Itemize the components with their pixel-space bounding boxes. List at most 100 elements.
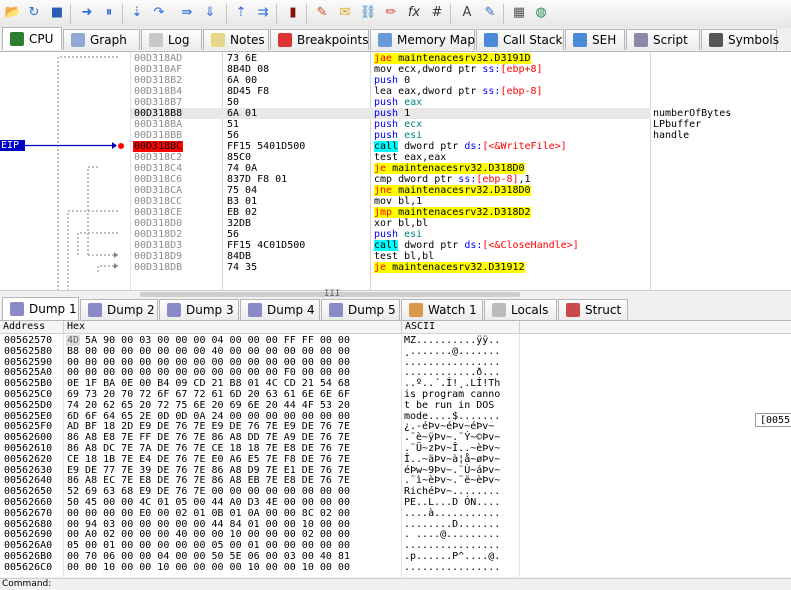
- tab-graph[interactable]: Graph: [63, 29, 140, 50]
- disasm-row[interactable]: 00D318C2 85C0 test eax,eax: [0, 152, 791, 163]
- tab-locals[interactable]: Locals: [484, 299, 557, 320]
- dump-row[interactable]: 005625C0 69 73 20 70 72 6F 67 72 61 6D 20…: [0, 389, 791, 400]
- disasm-row[interactable]: 00D318D2 56 push esi: [0, 229, 791, 240]
- step-over-icon[interactable]: ↷: [150, 4, 168, 22]
- open-icon[interactable]: 📂: [4, 4, 22, 22]
- disasm-row[interactable]: 00D318D3 FF15 4C01D500 call dword ptr ds:[…: [0, 240, 791, 251]
- disasm-row[interactable]: 00D318CA 75 04 jne maintenacesrv32.D318D0: [0, 185, 791, 196]
- dump-row[interactable]: 005625F0 AD BF 18 2D E9 DE 76 7E E9 DE 76…: [0, 421, 791, 432]
- disassembly-pane[interactable]: EIP 00D318AD 73 6E jae maintenacesrv32.D31…: [0, 52, 791, 290]
- dump-row[interactable]: 00562690 00 A0 02 00 00 00 40 00 00 10 00…: [0, 529, 791, 540]
- highlight-icon[interactable]: ✏: [382, 4, 400, 22]
- disasm-row[interactable]: 00D318C4 74 0A je maintenacesrv32.D318D0: [0, 163, 791, 174]
- dump-row[interactable]: 00562610 86 A8 DC 7E 7A DE 76 7E CE 18 18…: [0, 443, 791, 454]
- tab-dump-3[interactable]: Dump 3: [159, 299, 239, 320]
- tab-seh[interactable]: SEH: [565, 29, 625, 50]
- dump-address: 005625E0: [4, 410, 53, 422]
- run-to-user-icon[interactable]: ⇉: [254, 4, 272, 22]
- disasm-row[interactable]: 00D318D0 32DB xor bl,bl: [0, 218, 791, 229]
- font-icon[interactable]: A: [458, 4, 476, 22]
- hash-icon[interactable]: #: [428, 4, 446, 22]
- dump-hex: B8 00 00 00 00 00 00 00 40 00 00 00 00 0…: [67, 345, 350, 357]
- instr-token: dword ptr: [398, 141, 465, 152]
- execute-till-return-icon[interactable]: ⇡: [232, 4, 250, 22]
- link-icon[interactable]: ⛓: [359, 4, 377, 22]
- tab-label: SEH: [592, 33, 617, 47]
- strings-icon[interactable]: ✎: [481, 4, 499, 22]
- tab-dump-5[interactable]: Dump 5: [321, 299, 400, 320]
- disasm-address: 00D318CA: [134, 185, 183, 196]
- hex-dump-pane[interactable]: Address Hex ASCII 00562570 4D 5A 90 00 03…: [0, 321, 791, 577]
- disasm-row[interactable]: 00D318B7 50 push eax: [0, 97, 791, 108]
- dump-row[interactable]: 00562620 CE 18 1B 7E E4 DE 76 7E E0 A6 E5…: [0, 454, 791, 465]
- breakpoint-icon[interactable]: ▮: [284, 4, 302, 22]
- disasm-row[interactable]: 00D318B4 8D45 F8 lea eax,dword ptr ss:[ebp…: [0, 86, 791, 97]
- dump-row[interactable]: 005625D0 74 20 62 65 20 72 75 6E 20 69 6E…: [0, 400, 791, 411]
- tab-symbols[interactable]: Symbols: [701, 29, 779, 50]
- dump-row[interactable]: 005625E0 6D 6F 64 65 2E 0D 0D 0A 24 00 00…: [0, 411, 791, 422]
- disasm-address: 00D318B2: [134, 75, 183, 86]
- disasm-row[interactable]: 00D318B8 6A 01 push 1 numberOfBytes: [0, 108, 791, 119]
- disasm-row[interactable]: 00D318C6 837D F8 01 cmp dword ptr ss:[ebp-…: [0, 174, 791, 185]
- instr-token: push: [374, 75, 405, 86]
- globe-icon[interactable]: ◍: [532, 4, 550, 22]
- restart-icon[interactable]: ↻: [25, 4, 43, 22]
- dump-row[interactable]: 00562660 50 45 00 00 4C 01 05 00 44 A0 D3…: [0, 497, 791, 508]
- disasm-row[interactable]: 00D318CE EB 02 jmp maintenacesrv32.D318D2: [0, 207, 791, 218]
- step-into-icon[interactable]: ⇣: [128, 4, 146, 22]
- run-icon[interactable]: ➜: [78, 4, 96, 22]
- disasm-row[interactable]: 00D318AD 73 6E jae maintenacesrv32.D3191D: [0, 53, 791, 64]
- tab-memory-map[interactable]: Memory Map: [370, 29, 475, 50]
- dump-row[interactable]: 00562570 4D 5A 90 00 03 00 00 00 04 00 00…: [0, 335, 791, 346]
- disasm-row[interactable]: 00D318BA 51 push ecx LPbuffer: [0, 119, 791, 130]
- tab-dump-2[interactable]: Dump 2: [80, 299, 158, 320]
- stop-icon[interactable]: ■: [48, 4, 66, 22]
- dump-row[interactable]: 005625B0 0E 1F BA 0E 00 B4 09 CD 21 B8 01…: [0, 378, 791, 389]
- disasm-row[interactable]: 00D318D9 84DB test bl,bl: [0, 251, 791, 262]
- dump-row[interactable]: 00562630 E9 DE 77 7E 39 DE 76 7E 86 A8 D9…: [0, 465, 791, 476]
- tab-watch-1[interactable]: Watch 1: [401, 299, 483, 320]
- patch-icon[interactable]: ✎: [313, 4, 331, 22]
- tab-breakpoints[interactable]: Breakpoints: [270, 29, 369, 50]
- dump-row[interactable]: 00562640 86 A8 EC 7E E8 DE 76 7E 86 A8 EB…: [0, 475, 791, 486]
- dump-row[interactable]: 00562600 86 A8 E8 7E FF DE 76 7E 86 A8 DD…: [0, 432, 791, 443]
- dump-row[interactable]: 005625A0 00 00 00 00 00 00 00 00 00 00 00…: [0, 367, 791, 378]
- dump-ascii: ............ð...: [404, 367, 501, 379]
- dump-address: 00562570: [4, 335, 53, 346]
- comment-icon[interactable]: ✉: [336, 4, 354, 22]
- dump-row[interactable]: 00562680 00 94 03 00 00 00 00 00 44 84 01…: [0, 519, 791, 530]
- disasm-row[interactable]: 00D318CC B3 01 mov bl,1: [0, 196, 791, 207]
- disasm-row[interactable]: 00D318AF 8B4D 08 mov ecx,dword ptr ss:[ebp…: [0, 64, 791, 75]
- tab-dump-4[interactable]: Dump 4: [240, 299, 320, 320]
- disasm-row[interactable]: 00D318DB 74 35 je maintenacesrv32.D31912: [0, 262, 791, 273]
- tab-notes[interactable]: Notes: [203, 29, 269, 50]
- trace-over-icon[interactable]: ⇓: [201, 4, 219, 22]
- tab-call-stack[interactable]: Call Stack: [476, 29, 564, 50]
- tab-struct[interactable]: Struct: [558, 299, 628, 320]
- pause-icon[interactable]: ⏸: [100, 4, 118, 22]
- dump-row[interactable]: 00562670 00 00 00 00 E0 00 02 01 0B 01 0A…: [0, 508, 791, 519]
- tab-dump-1[interactable]: Dump 1: [2, 297, 79, 320]
- dump-icon: [329, 303, 343, 317]
- dump-row[interactable]: 00562580 B8 00 00 00 00 00 00 00 40 00 00…: [0, 346, 791, 357]
- dump-row[interactable]: 005626B0 00 70 06 00 00 04 00 00 50 5E 06…: [0, 551, 791, 562]
- disasm-row[interactable]: 00D318BC FF15 5401D500 call dword ptr ds:[…: [0, 141, 791, 152]
- function-icon[interactable]: fx: [405, 4, 423, 22]
- dump-row[interactable]: 00562590 00 00 00 00 00 00 00 00 00 00 00…: [0, 357, 791, 368]
- disasm-row[interactable]: 00D318BB 56 push esi handle: [0, 130, 791, 141]
- tab-cpu[interactable]: CPU: [2, 27, 62, 50]
- calculator-icon[interactable]: ▦: [510, 4, 528, 22]
- ascii-column-header[interactable]: ASCII: [402, 321, 520, 333]
- dump-row[interactable]: 005626A0 05 00 01 00 00 00 00 00 05 00 01…: [0, 540, 791, 551]
- hex-column-header[interactable]: Hex: [64, 321, 402, 333]
- disasm-row[interactable]: 00D318B2 6A 00 push 0: [0, 75, 791, 86]
- dump-row[interactable]: 00562650 52 69 63 68 E9 DE 76 7E 00 00 00…: [0, 486, 791, 497]
- tab-script[interactable]: Script: [626, 29, 700, 50]
- dump-row[interactable]: 005626C0 00 00 10 00 00 10 00 00 00 00 10…: [0, 562, 791, 573]
- trace-into-icon[interactable]: ⇛: [178, 4, 196, 22]
- command-bar[interactable]: Command:: [0, 578, 791, 590]
- dump-hex: 69 73 20 70 72 6F 67 72 61 6D 20 63 61 6…: [67, 389, 350, 400]
- tab-log[interactable]: Log: [141, 29, 202, 50]
- tab-label: Dump 3: [186, 303, 234, 317]
- address-column-header[interactable]: Address: [0, 321, 64, 333]
